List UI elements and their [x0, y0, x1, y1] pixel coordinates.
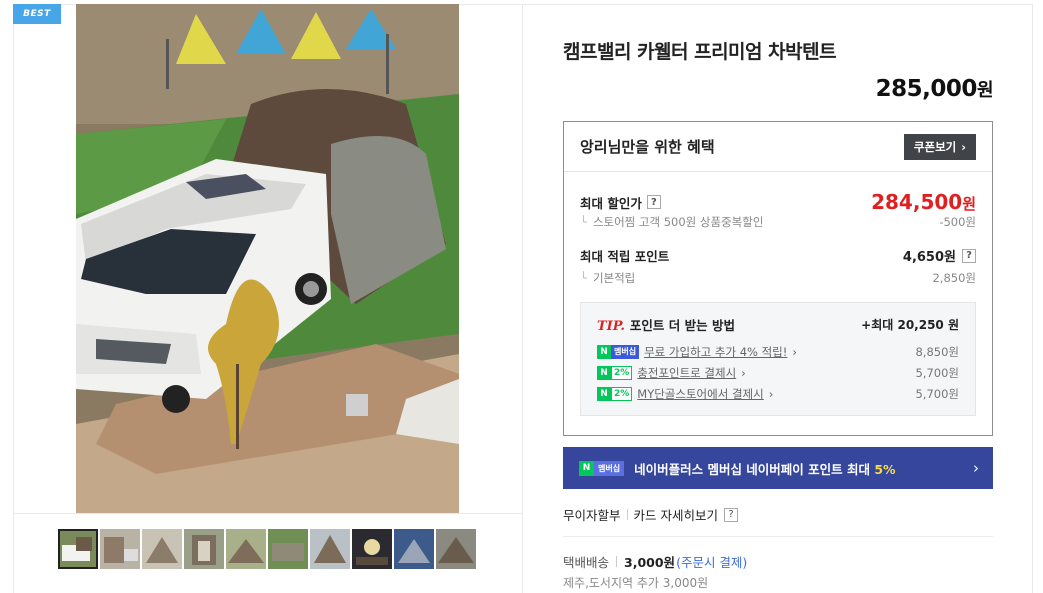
discount-detail-value: -500원 — [939, 215, 976, 229]
basic-points-row: └ 기본적립 2,850원 — [580, 270, 976, 286]
thumbnail[interactable] — [58, 529, 98, 569]
max-points-value: 4,650원 — [902, 250, 956, 265]
product-price: 285,000원 — [875, 76, 994, 102]
tip-item-text: MY단골스토어에서 결제시 — [637, 386, 764, 401]
benefit-header: 앙리님만을 위한 혜택 쿠폰보기 › — [564, 122, 992, 172]
max-points-label: 최대 적립 포인트 — [580, 249, 670, 264]
max-discount-row: 최대 할인가? 284,500원 — [580, 190, 976, 214]
banner-text: 네이버플러스 멤버십 네이버페이 포인트 최대 — [634, 461, 875, 477]
chevron-right-icon: › — [768, 386, 774, 401]
naver-membership-badge: N 멤버십 — [597, 344, 640, 359]
thumbnail[interactable] — [394, 529, 434, 569]
help-icon[interactable]: ? — [724, 507, 738, 522]
naver-n-icon: N — [597, 365, 611, 380]
percent-badge-label: 2% — [611, 386, 633, 401]
naver-n-icon: N — [579, 460, 594, 476]
corner-icon: └ — [580, 271, 587, 285]
coupon-view-button[interactable]: 쿠폰보기 › — [903, 133, 976, 160]
naver-percent-badge: N 2% — [597, 365, 633, 380]
naver-membership-banner[interactable]: N 멤버십 네이버플러스 멤버십 네이버페이 포인트 최대 5% › — [563, 447, 993, 489]
max-discount-unit: 원 — [962, 195, 976, 213]
percent-badge-label: 2% — [611, 365, 633, 380]
tip-item-left: N 멤버십 무료 가입하고 추가 4% 적립! › — [597, 344, 797, 360]
basic-points-label: 기본적립 — [592, 271, 636, 285]
shipping-fee: 3,000원 — [624, 555, 676, 570]
chevron-right-icon: › — [961, 139, 966, 154]
price-unit: 원 — [976, 80, 994, 101]
section-divider — [563, 536, 993, 537]
max-discount-price: 284,500원 — [871, 190, 976, 214]
thumbnail[interactable] — [184, 529, 224, 569]
tip-item-membership[interactable]: N 멤버십 무료 가입하고 추가 4% 적립! › 8,850원 — [597, 341, 959, 362]
chevron-right-icon: › — [792, 344, 797, 359]
tip-box: TIP. 포인트 더 받는 방법 +최대 20,250 원 N 멤버십 무료 가입하… — [580, 302, 976, 416]
tip-title: 포인트 더 받는 방법 — [629, 318, 735, 333]
discount-detail-label: 스토어찜 고객 500원 상품중복할인 — [592, 215, 764, 229]
tip-max: +최대 20,250 원 — [861, 318, 959, 332]
tip-item-value: 5,700원 — [915, 386, 959, 401]
thumbnail[interactable] — [310, 529, 350, 569]
tip-item-my-store[interactable]: N 2% MY단골스토어에서 결제시 › 5,700원 — [597, 383, 959, 404]
installment-row: 무이자할부 카드 자세히보기 ? — [563, 505, 738, 524]
basic-points-value: 2,850원 — [932, 271, 976, 285]
help-icon[interactable]: ? — [646, 195, 661, 209]
card-detail-link[interactable]: 카드 자세히보기 — [634, 505, 718, 524]
membership-badge-label: 멤버십 — [594, 460, 625, 476]
shipping-method: 택배배송 — [563, 555, 610, 570]
thumbnail[interactable] — [100, 529, 140, 569]
chevron-right-icon: › — [741, 365, 746, 380]
benefit-title: 앙리님만을 위한 혜택 — [580, 138, 715, 156]
tip-item-left: N 2% MY단골스토어에서 결제시 › — [597, 386, 773, 402]
max-discount-value: 284,500 — [871, 190, 963, 214]
main-product-image[interactable] — [76, 4, 459, 513]
banner-highlight: 5% — [874, 461, 896, 477]
tip-item-text: 무료 가입하고 추가 4% 적립! — [644, 344, 788, 359]
tip-item-value: 5,700원 — [915, 365, 959, 380]
benefit-box: 앙리님만을 위한 혜택 쿠폰보기 › 최대 할인가? 284,500원 └ 스토어찜… — [563, 121, 993, 436]
naver-percent-badge: N 2% — [597, 386, 633, 401]
chevron-right-icon: › — [973, 459, 979, 477]
tip-item-value: 8,850원 — [915, 344, 959, 359]
max-discount-label-wrap: 최대 할인가? — [580, 193, 661, 212]
max-discount-label: 최대 할인가 — [580, 195, 642, 211]
discount-detail-row: └ 스토어찜 고객 500원 상품중복할인 -500원 — [580, 214, 976, 230]
column-divider — [522, 4, 523, 593]
separator — [616, 556, 618, 567]
thumbnail[interactable] — [142, 529, 182, 569]
product-title: 캠프밸리 카웰터 프리미엄 차박텐트 — [563, 41, 837, 63]
corner-icon: └ — [580, 215, 587, 229]
installment-label: 무이자할부 — [563, 508, 621, 523]
shipping-row: 택배배송 3,000원 (주문시 결제) — [563, 552, 747, 571]
separator — [626, 509, 628, 520]
thumbnail[interactable] — [436, 529, 476, 569]
best-badge: BEST — [13, 4, 61, 24]
naver-n-icon: N — [597, 386, 611, 401]
membership-badge-label: 멤버십 — [611, 344, 640, 359]
help-icon[interactable]: ? — [962, 248, 976, 263]
tip-item-charge-point[interactable]: N 2% 충전포인트로 결제시 › 5,700원 — [597, 362, 959, 383]
thumbnail[interactable] — [268, 529, 308, 569]
price-value: 285,000 — [875, 76, 978, 102]
discount-detail-label-wrap: └ 스토어찜 고객 500원 상품중복할인 — [580, 214, 763, 230]
tip-item-left: N 2% 충전포인트로 결제시 › — [597, 365, 746, 381]
max-points-row: 최대 적립 포인트 4,650원? — [580, 246, 976, 265]
max-points-value-wrap: 4,650원? — [903, 246, 976, 265]
thumbnail[interactable] — [226, 529, 266, 569]
thumb-divider — [13, 513, 522, 514]
jeju-extra-fee: 제주,도서지역 추가 3,000원 — [563, 576, 709, 590]
naver-membership-badge: N 멤버십 — [579, 460, 625, 476]
tip-title-wrap: TIP. 포인트 더 받는 방법 — [597, 315, 735, 334]
tip-item-text: 충전포인트로 결제시 — [637, 365, 737, 380]
coupon-button-label: 쿠폰보기 — [913, 139, 957, 154]
basic-points-label-wrap: └ 기본적립 — [580, 270, 635, 286]
banner-text-wrap: 네이버플러스 멤버십 네이버페이 포인트 최대 5% — [634, 459, 973, 478]
tip-word: TIP. — [597, 319, 625, 334]
thumbnail-strip — [58, 529, 476, 569]
thumbnail[interactable] — [352, 529, 392, 569]
tip-header: TIP. 포인트 더 받는 방법 +최대 20,250 원 — [597, 315, 959, 334]
naver-n-icon: N — [597, 344, 611, 359]
shipping-note: (주문시 결제) — [676, 555, 748, 570]
